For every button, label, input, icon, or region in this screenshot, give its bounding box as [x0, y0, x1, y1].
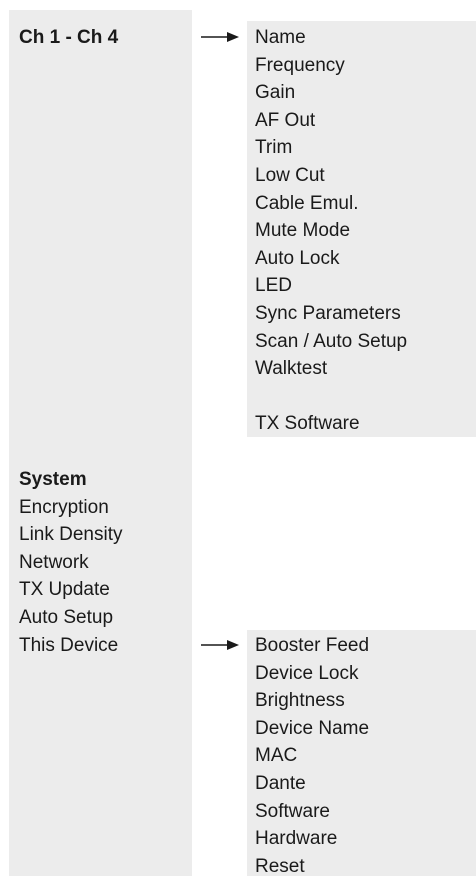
menu-item-cable-emul[interactable]: Cable Emul.	[255, 190, 407, 218]
menu-item-trim[interactable]: Trim	[255, 134, 407, 162]
channel-heading: Ch 1 - Ch 4	[19, 27, 119, 48]
menu-item-software[interactable]: Software	[255, 798, 369, 826]
menu-item-link-density[interactable]: Link Density	[19, 521, 123, 549]
menu-item-auto-lock[interactable]: Auto Lock	[255, 245, 407, 273]
menu-item-booster-feed[interactable]: Booster Feed	[255, 632, 369, 660]
menu-item-tx-update[interactable]: TX Update	[19, 576, 123, 604]
menu-item-gain[interactable]: Gain	[255, 79, 407, 107]
menu-item-frequency[interactable]: Frequency	[255, 52, 407, 80]
system-menu-list: System Encryption Link Density Network T…	[19, 466, 123, 659]
menu-item-network[interactable]: Network	[19, 549, 123, 577]
menu-item-auto-setup[interactable]: Auto Setup	[19, 604, 123, 632]
menu-item-brightness[interactable]: Brightness	[255, 687, 369, 715]
menu-item-device-name[interactable]: Device Name	[255, 715, 369, 743]
menu-item-mac[interactable]: MAC	[255, 742, 369, 770]
right-arrow-icon	[201, 640, 239, 650]
menu-item-hardware[interactable]: Hardware	[255, 825, 369, 853]
menu-item-encryption[interactable]: Encryption	[19, 494, 123, 522]
menu-item-low-cut[interactable]: Low Cut	[255, 162, 407, 190]
menu-item-dante[interactable]: Dante	[255, 770, 369, 798]
right-arrow-icon	[201, 32, 239, 42]
menu-item-led[interactable]: LED	[255, 272, 407, 300]
channel-submenu-list: Name Frequency Gain AF Out Trim Low Cut …	[255, 24, 407, 438]
menu-item-name[interactable]: Name	[255, 24, 407, 52]
menu-item-walktest[interactable]: Walktest	[255, 355, 407, 383]
menu-item-device-lock[interactable]: Device Lock	[255, 660, 369, 688]
left-menu-panel	[9, 10, 192, 876]
system-heading: System	[19, 469, 87, 490]
menu-item-mute-mode[interactable]: Mute Mode	[255, 217, 407, 245]
menu-item-af-out[interactable]: AF Out	[255, 107, 407, 135]
device-submenu-list: Booster Feed Device Lock Brightness Devi…	[255, 632, 369, 880]
menu-item-this-device[interactable]: This Device	[19, 632, 123, 660]
menu-item-tx-software[interactable]: TX Software	[255, 410, 407, 438]
menu-item-sync-parameters[interactable]: Sync Parameters	[255, 300, 407, 328]
menu-spacer	[255, 383, 407, 411]
menu-item-scan-auto-setup[interactable]: Scan / Auto Setup	[255, 328, 407, 356]
